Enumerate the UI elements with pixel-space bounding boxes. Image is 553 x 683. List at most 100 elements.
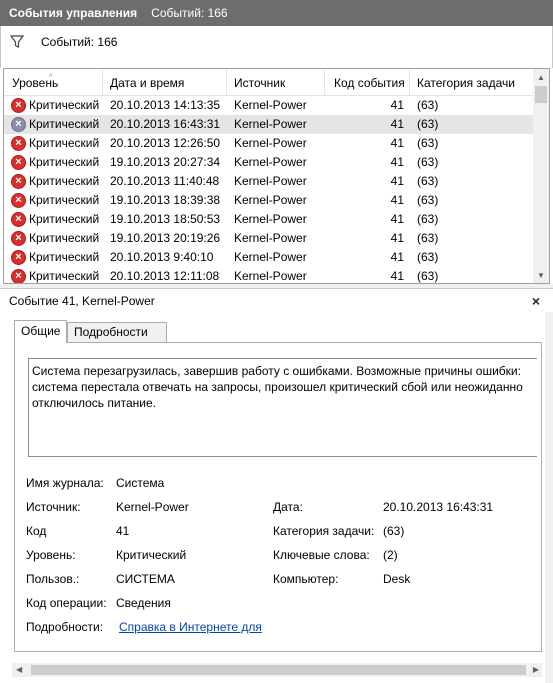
detail-header: Событие 41, Kernel-Power × xyxy=(0,288,553,312)
cell-level: Критический xyxy=(29,136,100,150)
cell-task-category: (63) xyxy=(417,98,439,112)
column-separator[interactable] xyxy=(226,69,227,95)
error-icon: × xyxy=(11,269,26,283)
cell-level: Критический xyxy=(29,117,100,131)
table-row[interactable]: × Критический 20.10.2013 12:26:50 Kernel-Po… xyxy=(4,134,534,153)
grid-header: Уровень ^ Дата и время Источник Код событ… xyxy=(4,69,534,96)
cell-datetime: 19.10.2013 18:50:53 xyxy=(110,212,221,226)
cell-source: Kernel-Power xyxy=(234,250,307,264)
events-grid[interactable]: Уровень ^ Дата и время Источник Код событ… xyxy=(3,68,550,284)
scroll-thumb[interactable] xyxy=(31,665,526,675)
cell-event-code: 41 xyxy=(390,117,404,131)
column-separator[interactable] xyxy=(102,69,103,95)
opcode-value: Сведения xyxy=(116,596,171,610)
cell-task-category: (63) xyxy=(417,231,439,245)
table-row[interactable]: × Критический 20.10.2013 11:40:48 Kernel-Po… xyxy=(4,172,534,191)
cell-source: Kernel-Power xyxy=(234,98,307,112)
cell-level: Критический xyxy=(29,193,100,207)
date-value: 20.10.2013 16:43:31 xyxy=(383,500,494,514)
window-title: События управления xyxy=(9,6,138,20)
column-header-datetime[interactable]: Дата и время xyxy=(110,76,184,90)
cell-task-category: (63) xyxy=(417,212,439,226)
tab-general[interactable]: Общие xyxy=(14,320,67,343)
column-header-source[interactable]: Источник xyxy=(234,76,285,90)
task-category-label: Категория задачи: xyxy=(273,524,375,538)
opcode-label: Код операции: xyxy=(26,596,107,610)
scroll-right-icon[interactable]: ▶ xyxy=(533,665,539,674)
keywords-value: (2) xyxy=(383,548,398,562)
level-label: Уровень: xyxy=(26,548,76,562)
scroll-left-icon[interactable]: ◀ xyxy=(16,665,22,674)
more-info-label: Подробности: xyxy=(26,620,104,634)
cell-event-code: 41 xyxy=(390,212,404,226)
table-row[interactable]: × Критический 20.10.2013 14:13:35 Kernel-Po… xyxy=(4,96,534,115)
grid-vertical-scrollbar[interactable]: ▲ ▼ xyxy=(533,69,549,283)
close-icon[interactable]: × xyxy=(532,289,540,313)
online-help-link[interactable]: Справка в Интернете для xyxy=(119,620,262,634)
error-icon: × xyxy=(11,250,26,265)
cell-task-category: (63) xyxy=(417,193,439,207)
tab-details[interactable]: Подробности xyxy=(67,322,167,342)
cell-datetime: 19.10.2013 18:39:38 xyxy=(110,193,221,207)
column-header-code[interactable]: Код события xyxy=(334,76,405,90)
table-row[interactable]: × Критический 20.10.2013 12:11:08 Kernel-Po… xyxy=(4,267,534,283)
level-value: Критический xyxy=(116,548,187,562)
code-label: Код xyxy=(26,524,47,538)
cell-level: Критический xyxy=(29,250,100,264)
cell-event-code: 41 xyxy=(390,193,404,207)
detail-horizontal-scrollbar[interactable]: ◀ ▶ xyxy=(12,663,542,677)
cell-task-category: (63) xyxy=(417,117,439,131)
scroll-up-icon[interactable]: ▲ xyxy=(537,73,545,82)
cell-source: Kernel-Power xyxy=(234,212,307,226)
cell-datetime: 20.10.2013 11:40:48 xyxy=(110,174,220,188)
computer-label: Компьютер: xyxy=(273,572,339,586)
error-icon: × xyxy=(11,212,26,227)
table-row[interactable]: × Критический 19.10.2013 20:27:34 Kernel-Po… xyxy=(4,153,534,172)
cell-level: Критический xyxy=(29,174,100,188)
cell-event-code: 41 xyxy=(390,136,404,150)
cell-task-category: (63) xyxy=(417,174,439,188)
table-row[interactable]: × Критический 20.10.2013 16:43:31 Kernel-Po… xyxy=(4,115,534,134)
code-value: 41 xyxy=(116,524,130,538)
cell-event-code: 41 xyxy=(390,250,404,264)
column-separator[interactable] xyxy=(324,69,325,95)
cell-source: Kernel-Power xyxy=(234,193,307,207)
column-header-level[interactable]: Уровень ^ xyxy=(12,74,58,90)
cell-datetime: 20.10.2013 12:11:08 xyxy=(110,269,220,283)
log-name-label: Имя журнала: xyxy=(26,476,104,490)
cell-task-category: (63) xyxy=(417,155,439,169)
table-row[interactable]: × Критический 19.10.2013 18:50:53 Kernel-Po… xyxy=(4,210,534,229)
cell-source: Kernel-Power xyxy=(234,174,307,188)
error-icon: × xyxy=(11,98,26,113)
cell-event-code: 41 xyxy=(390,155,404,169)
event-description[interactable]: Система перезагрузилась, завершив работу… xyxy=(28,358,537,457)
cell-event-code: 41 xyxy=(390,98,404,112)
filter-icon[interactable] xyxy=(9,35,25,52)
window-event-count: Событий: 166 xyxy=(151,6,228,20)
detail-vertical-scrollbar[interactable] xyxy=(545,312,553,683)
scroll-thumb[interactable] xyxy=(535,86,547,103)
cell-level: Критический xyxy=(29,212,100,226)
cell-level: Критический xyxy=(29,155,100,169)
error-icon: × xyxy=(11,231,26,246)
column-header-category[interactable]: Категория задачи xyxy=(417,76,515,90)
cell-source: Kernel-Power xyxy=(234,136,307,150)
table-row[interactable]: × Критический 19.10.2013 20:19:26 Kernel-Po… xyxy=(4,229,534,248)
scroll-down-icon[interactable]: ▼ xyxy=(537,271,545,280)
cell-event-code: 41 xyxy=(390,174,404,188)
cell-source: Kernel-Power xyxy=(234,117,307,131)
table-row[interactable]: × Критический 19.10.2013 18:39:38 Kernel-Po… xyxy=(4,191,534,210)
table-row[interactable]: × Критический 20.10.2013 9:40:10 Kernel-Pow… xyxy=(4,248,534,267)
log-name-value: Система xyxy=(116,476,165,490)
window-titlebar: События управления Событий: 166 xyxy=(0,0,553,26)
source-label: Источник: xyxy=(26,500,81,514)
error-icon: × xyxy=(11,136,26,151)
user-label: Пользов.: xyxy=(26,572,80,586)
cell-datetime: 20.10.2013 12:26:50 xyxy=(110,136,221,150)
user-value: СИСТЕМА xyxy=(116,572,175,586)
cell-datetime: 20.10.2013 9:40:10 xyxy=(110,250,214,264)
cell-source: Kernel-Power xyxy=(234,155,307,169)
detail-title: Событие 41, Kernel-Power xyxy=(9,294,155,308)
cell-datetime: 19.10.2013 20:19:26 xyxy=(110,231,221,245)
column-separator[interactable] xyxy=(409,69,410,95)
